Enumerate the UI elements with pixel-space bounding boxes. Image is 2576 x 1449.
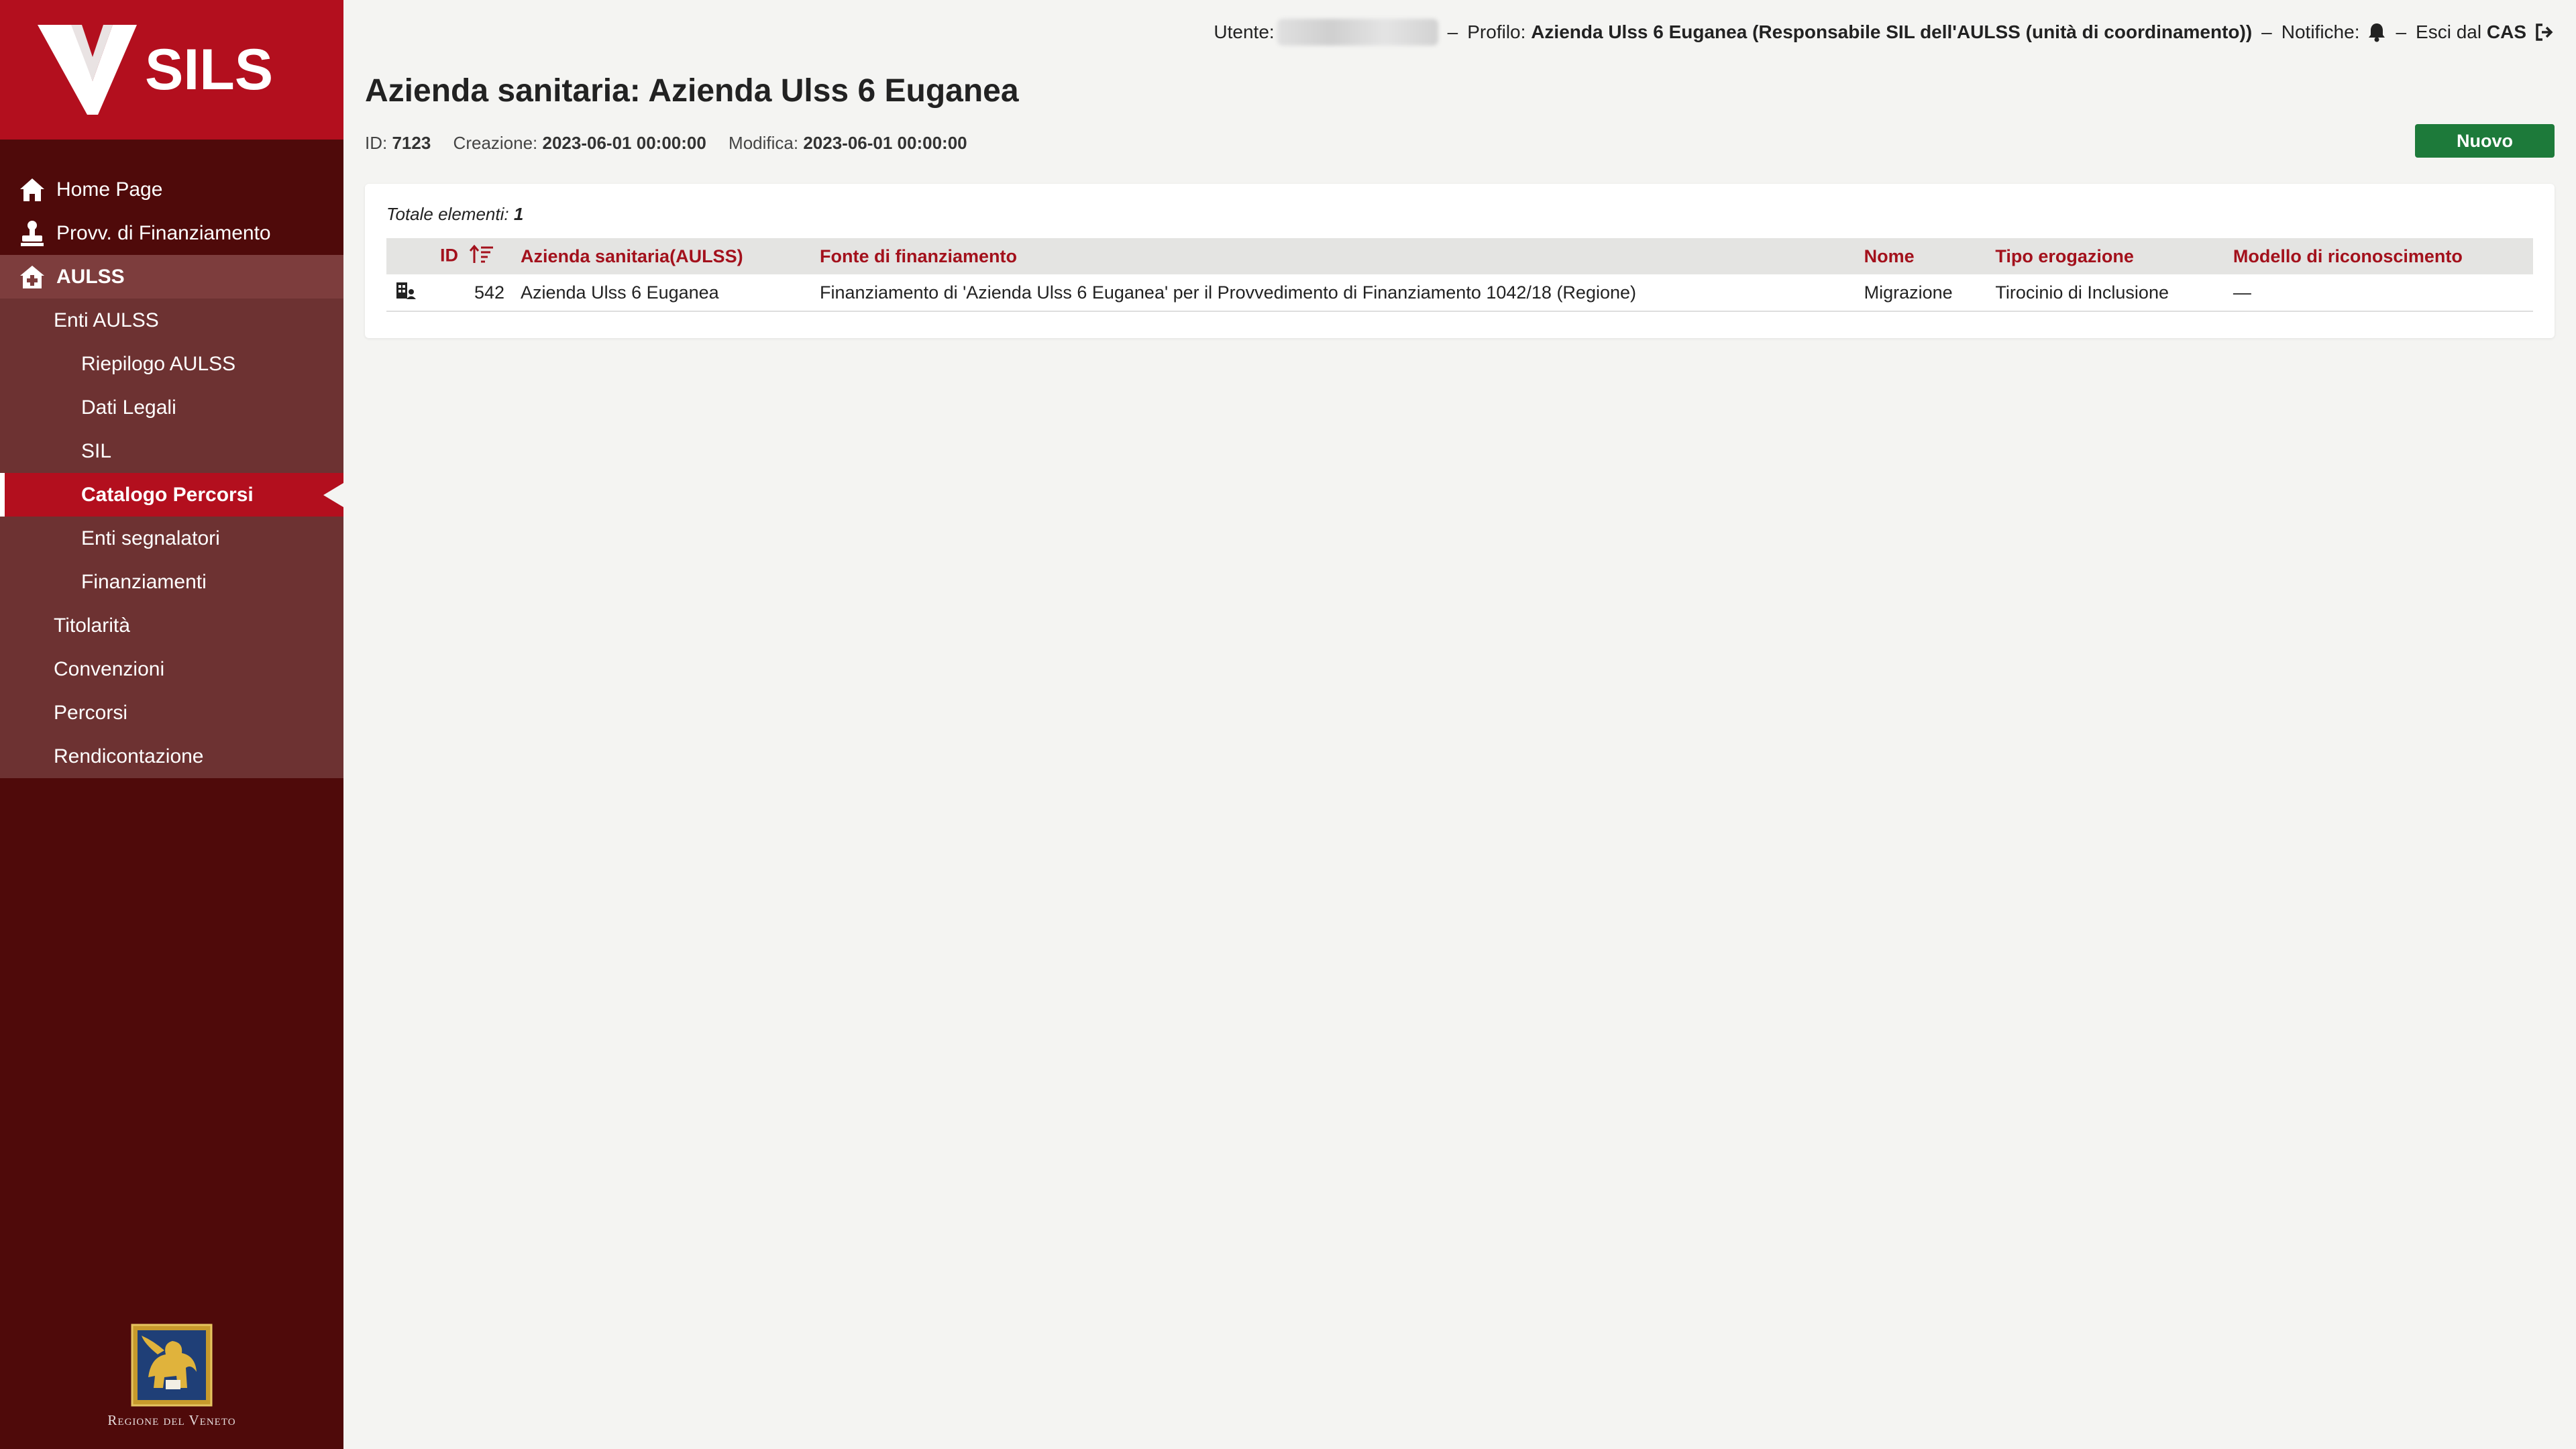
hospital-icon bbox=[17, 262, 47, 292]
th-modello[interactable]: Modello di riconoscimento bbox=[2225, 238, 2533, 274]
sidebar-item-catalogo-percorsi[interactable]: Catalogo Percorsi bbox=[0, 473, 343, 517]
sidebar-item-provv-finanziamento[interactable]: Provv. di Finanziamento bbox=[0, 211, 343, 255]
new-button[interactable]: Nuovo bbox=[2415, 124, 2555, 158]
row-action[interactable] bbox=[386, 274, 432, 312]
sidebar: SILS Home Page Provv. di Finanziamento A… bbox=[0, 0, 343, 1449]
page-title-value: Azienda Ulss 6 Euganea bbox=[648, 73, 1019, 109]
profile-value[interactable]: Azienda Ulss 6 Euganea (Responsabile SIL… bbox=[1531, 21, 2252, 43]
results-card: Totale elementi: 1 ID Azienda sanitaria(… bbox=[365, 184, 2555, 338]
th-nome[interactable]: Nome bbox=[1856, 238, 1988, 274]
bell-icon[interactable] bbox=[2367, 22, 2386, 42]
sidebar-item-label: Riepilogo AULSS bbox=[81, 352, 236, 375]
th-fonte[interactable]: Fonte di finanziamento bbox=[812, 238, 1856, 274]
logo[interactable]: SILS bbox=[0, 0, 343, 140]
sidebar-item-finanziamenti[interactable]: Finanziamenti bbox=[0, 560, 343, 604]
sidebar-item-label: Percorsi bbox=[54, 701, 128, 724]
sidebar-nav: Home Page Provv. di Finanziamento AULSS … bbox=[0, 168, 343, 778]
stamp-icon bbox=[17, 219, 47, 248]
meta-modified: Modifica: 2023-06-01 00:00:00 bbox=[729, 133, 967, 153]
table-row[interactable]: 542 Azienda Ulss 6 Euganea Finanziamento… bbox=[386, 274, 2533, 312]
sidebar-item-label: Enti segnalatori bbox=[81, 527, 220, 549]
sidebar-item-label: Catalogo Percorsi bbox=[81, 483, 254, 506]
sidebar-item-label: Enti AULSS bbox=[54, 309, 159, 331]
user-name-redacted bbox=[1277, 19, 1438, 46]
sidebar-item-convenzioni[interactable]: Convenzioni bbox=[0, 647, 343, 691]
sidebar-item-dati-legali[interactable]: Dati Legali bbox=[0, 386, 343, 429]
sidebar-item-riepilogo-aulss[interactable]: Riepilogo AULSS bbox=[0, 342, 343, 386]
cell-id: 542 bbox=[432, 274, 513, 312]
view-record-icon[interactable] bbox=[394, 282, 417, 305]
user-label: Utente: bbox=[1214, 21, 1275, 42]
table-header-row: ID Azienda sanitaria(AULSS) Fonte di fin… bbox=[386, 238, 2533, 274]
logout-label: Esci dal bbox=[2416, 21, 2482, 42]
sidebar-item-home-page[interactable]: Home Page bbox=[0, 168, 343, 211]
regione-veneto-emblem: Regione del Veneto bbox=[0, 1324, 343, 1429]
cell-azienda: Azienda Ulss 6 Euganea bbox=[513, 274, 812, 312]
regione-label: Regione del Veneto bbox=[107, 1412, 236, 1428]
sils-logo-icon: SILS bbox=[38, 25, 273, 115]
th-id[interactable]: ID bbox=[432, 238, 513, 274]
cell-nome: Migrazione bbox=[1856, 274, 1988, 312]
sidebar-item-label: SIL bbox=[81, 439, 112, 462]
sidebar-item-enti-segnalatori[interactable]: Enti segnalatori bbox=[0, 517, 343, 560]
logout-link[interactable]: Esci dal CAS bbox=[2416, 21, 2526, 43]
profile-label: Profilo: bbox=[1467, 21, 1526, 42]
logo-text: SILS bbox=[145, 38, 273, 102]
sidebar-item-label: Titolarità bbox=[54, 614, 130, 637]
separator: – bbox=[2396, 21, 2407, 42]
notifications-label: Notifiche: bbox=[2281, 21, 2360, 42]
cell-fonte: Finanziamento di 'Azienda Ulss 6 Euganea… bbox=[812, 274, 1856, 312]
sidebar-item-enti-aulss[interactable]: Enti AULSS bbox=[0, 299, 343, 342]
separator: – bbox=[1447, 21, 1458, 42]
sidebar-item-label: Finanziamenti bbox=[81, 570, 207, 593]
results-table: ID Azienda sanitaria(AULSS) Fonte di fin… bbox=[386, 238, 2533, 312]
meta-id: ID: 7123 bbox=[365, 133, 431, 153]
record-meta: ID: 7123 Creazione: 2023-06-01 00:00:00 … bbox=[365, 133, 985, 154]
sidebar-item-percorsi[interactable]: Percorsi bbox=[0, 691, 343, 735]
separator: – bbox=[2261, 21, 2272, 42]
th-action bbox=[386, 238, 432, 274]
th-azienda[interactable]: Azienda sanitaria(AULSS) bbox=[513, 238, 812, 274]
sidebar-item-label: Provv. di Finanziamento bbox=[56, 221, 271, 244]
total-count: Totale elementi: 1 bbox=[386, 204, 524, 224]
sidebar-item-label: Dati Legali bbox=[81, 396, 176, 419]
meta-created: Creazione: 2023-06-01 00:00:00 bbox=[453, 133, 706, 153]
sidebar-item-aulss[interactable]: AULSS bbox=[0, 255, 343, 299]
page-title: Azienda sanitaria: Azienda Ulss 6 Eugane… bbox=[365, 72, 1019, 109]
home-icon bbox=[17, 175, 47, 205]
cell-tipo: Tirocinio di Inclusione bbox=[1987, 274, 2225, 312]
sidebar-item-label: AULSS bbox=[56, 265, 125, 288]
logout-cas: CAS bbox=[2486, 21, 2526, 42]
cell-modello: — bbox=[2224, 274, 2533, 312]
sidebar-item-label: Rendicontazione bbox=[54, 745, 204, 767]
topbar: Utente: – Profilo: Azienda Ulss 6 Eugane… bbox=[1214, 19, 2555, 46]
sidebar-item-label: Home Page bbox=[56, 178, 163, 201]
logout-icon[interactable] bbox=[2534, 23, 2555, 42]
sort-ascending-icon[interactable] bbox=[469, 244, 494, 269]
sidebar-item-label: Convenzioni bbox=[54, 657, 165, 680]
page-title-prefix: Azienda sanitaria: bbox=[365, 73, 641, 109]
sidebar-item-rendicontazione[interactable]: Rendicontazione bbox=[0, 735, 343, 778]
sidebar-item-sil[interactable]: SIL bbox=[0, 429, 343, 473]
sidebar-item-titolarita[interactable]: Titolarità bbox=[0, 604, 343, 647]
th-tipo[interactable]: Tipo erogazione bbox=[1987, 238, 2225, 274]
lion-emblem-icon bbox=[131, 1324, 213, 1407]
